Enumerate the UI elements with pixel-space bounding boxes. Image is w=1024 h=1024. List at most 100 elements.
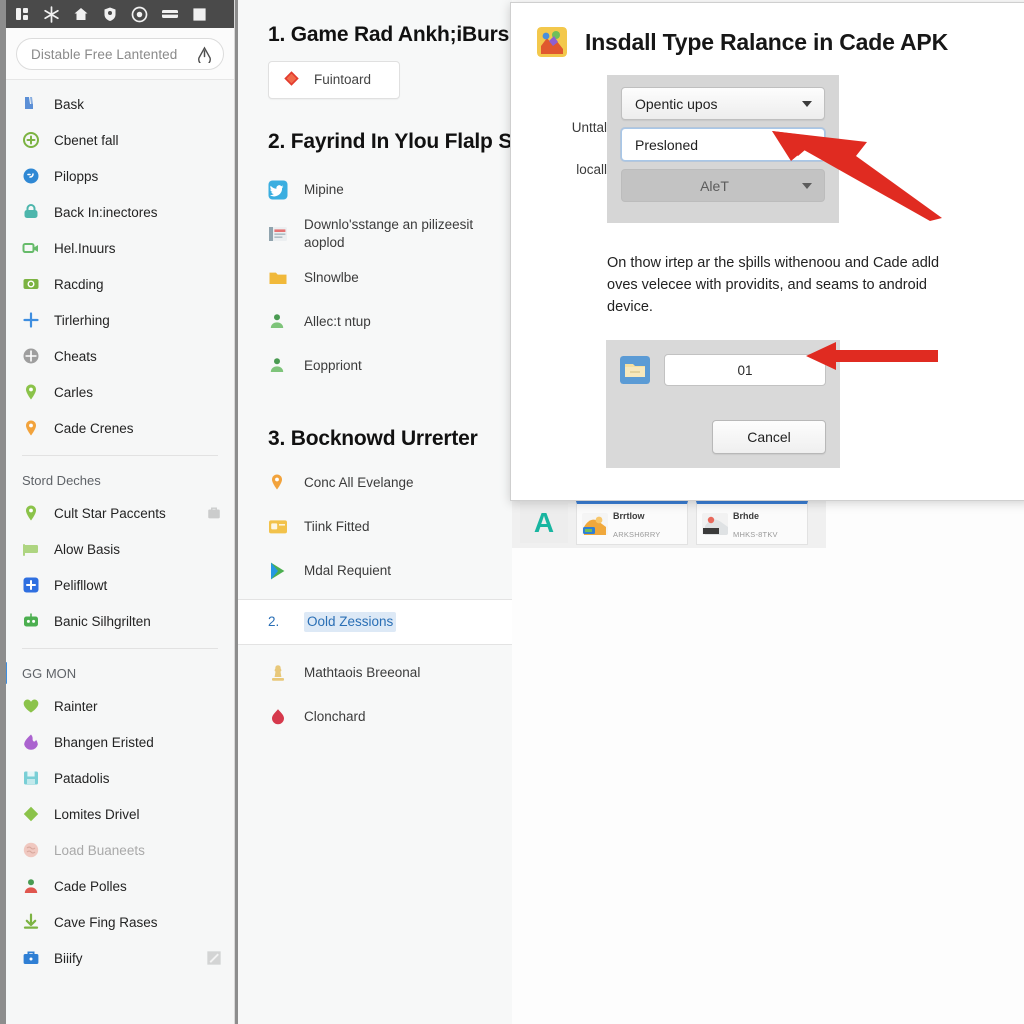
list-item-label: Slnowlbe	[304, 269, 359, 285]
person-icon	[268, 356, 288, 376]
twitter-icon	[268, 180, 288, 200]
fuintoard-button[interactable]: Fuintoard	[268, 60, 401, 99]
pin-icon	[22, 383, 40, 401]
sidebar-item-load-buaneets[interactable]: Load Buaneets	[6, 832, 234, 868]
card-strip: A Brrtlow ARKSH6RRY Brhde MHKS-8TKV	[512, 498, 826, 548]
sidebar-item-alow-basis[interactable]: Alow Basis	[6, 531, 234, 567]
section-3-rows: Conc All Evelange Tiink Fitted Mdal Requie…	[268, 461, 498, 593]
snowflake-icon[interactable]	[43, 5, 60, 23]
sidebar-item-pilopps[interactable]: Pilopps	[6, 158, 234, 194]
list-item-selected[interactable]: 2. Oold Zessions	[238, 598, 512, 645]
list-item[interactable]: Allec:t ntup	[268, 300, 498, 344]
card-icon	[268, 517, 288, 537]
pin-icon	[22, 504, 40, 522]
sidebar-item-label: Cbenet fall	[54, 132, 119, 148]
pin-icon	[268, 473, 288, 493]
sidebar-item-label: Bhangen Eristed	[54, 734, 154, 750]
sidebar-item-racding[interactable]: Racding	[6, 266, 234, 302]
sidebar-item-label: Banic Silhgrilten	[54, 613, 151, 629]
middle-content: 1. Game Rad Ankh;iBurs Onenes Fuintoard …	[238, 0, 512, 739]
footer-input-row: 01	[620, 354, 826, 386]
sidebar-item-banic-silhgrilten[interactable]: Banic Silhgrilten	[6, 603, 234, 639]
sidebar-item-lomites-drivel[interactable]: Lomites Drivel	[6, 796, 234, 832]
list-item[interactable]: Downlo'sstange an pilizeesit aoplod	[268, 212, 498, 256]
list-item-label: Conc All Evelange	[304, 474, 414, 490]
sidebar-item-back-in-inectores[interactable]: Back In:inectores	[6, 194, 234, 230]
sidebar-item-bask[interactable]: Bask	[6, 86, 234, 122]
select-opentic-upos[interactable]: Opentic upos	[621, 87, 825, 120]
list-item[interactable]: Clonchard	[268, 695, 498, 739]
list-item[interactable]: Mdal Requient	[268, 549, 498, 593]
list-item[interactable]: Eoppriont	[268, 344, 498, 388]
select-presloned[interactable]: Presloned	[621, 128, 825, 161]
top-toolbar	[6, 0, 234, 28]
sidebar-item-cheats[interactable]: Cheats	[6, 338, 234, 374]
flame-icon	[22, 733, 40, 751]
select-alet[interactable]: AleT	[621, 169, 825, 202]
power-icon[interactable]	[195, 45, 213, 63]
sidebar-item-cade-polles[interactable]: Cade Polles	[6, 868, 234, 904]
section-3-rows-after: Mathtaois Breeonal Clonchard	[268, 651, 498, 739]
sidebar-item-label: Rainter	[54, 698, 98, 714]
sidebar-item-cult-star-paccents[interactable]: Cult Star Paccents	[6, 495, 234, 531]
divider	[22, 455, 218, 456]
home-icon[interactable]	[73, 5, 89, 23]
person-icon	[22, 877, 40, 895]
record-icon[interactable]	[131, 5, 148, 23]
sidebar-item-cave-fing-rases[interactable]: Cave Fing Rases	[6, 904, 234, 940]
sidebar-item-label: Carles	[54, 384, 94, 400]
path-input[interactable]: 01	[664, 354, 826, 386]
wallet-icon[interactable]	[161, 5, 179, 23]
list-item[interactable]: Mipine	[268, 168, 498, 212]
sidebar-item-bhangen-eristed[interactable]: Bhangen Eristed	[6, 724, 234, 760]
pin-icon	[22, 419, 40, 437]
form-label-locall: locall	[576, 161, 607, 177]
sidebar-item-label: Cult Star Paccents	[54, 505, 166, 521]
list-item-label: Mathtaois Breeonal	[304, 664, 421, 680]
sidebar-nav: Bask Cbenet fall Pilopps Back In:inectores H…	[6, 80, 234, 976]
stop-icon[interactable]	[192, 5, 207, 23]
edit-icon[interactable]	[206, 950, 222, 966]
face-icon	[22, 167, 40, 185]
search-icon[interactable]	[233, 5, 234, 23]
section-heading-2: 2. Fayrind In Ylou Flalp S Onenes	[268, 129, 513, 153]
list-item[interactable]: Brrtlow ARKSH6RRY	[576, 501, 688, 545]
sidebar-item-label: Biiify	[54, 950, 83, 966]
dialog-form-area: Unttal locall Opentic upos Presloned Ale…	[511, 75, 1024, 245]
card-subtitle: MHKS-8TKV	[733, 530, 778, 539]
sidebar-item-patadolis[interactable]: Patadolis	[6, 760, 234, 796]
bag-icon[interactable]	[206, 505, 222, 521]
divider	[22, 648, 218, 649]
sidebar-item-pelifllowt[interactable]: Pelifllowt	[6, 567, 234, 603]
sidebar-item-hel-inuurs[interactable]: Hel.Inuurs	[6, 230, 234, 266]
sidebar-item-cade-crenes[interactable]: Cade Crenes	[6, 410, 234, 446]
sidebar-item-label: Tirlerhing	[54, 312, 110, 328]
sidebar-section-heading: Stord Deches	[22, 472, 101, 488]
cancel-button[interactable]: Cancel	[712, 420, 826, 454]
sidebar-item-carles[interactable]: Carles	[6, 374, 234, 410]
sidebar-item-label: Load Buaneets	[54, 842, 145, 858]
search-input[interactable]: Distable Free Lantented	[16, 38, 224, 70]
sidebar-item-rainter[interactable]: Rainter	[6, 688, 234, 724]
money-icon	[22, 275, 40, 293]
card-title: Brhde	[733, 511, 760, 521]
path-input-value: 01	[737, 362, 753, 378]
sidebar-item-tirlerhing[interactable]: Tirlerhing	[6, 302, 234, 338]
list-item[interactable]: Mathtaois Breeonal	[268, 651, 498, 695]
list-item-label: Mipine	[304, 181, 344, 197]
sidebar-item-label: Cade Crenes	[54, 420, 134, 436]
list-item[interactable]: Conc All Evelange	[268, 461, 498, 505]
music-icon[interactable]	[14, 5, 30, 23]
list-item[interactable]: Tiink Fitted	[268, 505, 498, 549]
list-item-label: Downlo'sstange an pilizeesit aoplod	[304, 216, 474, 250]
list-item[interactable]: Slnowlbe	[268, 256, 498, 300]
sidebar-item-biiify[interactable]: Biiify	[6, 940, 234, 976]
fuintoard-label: Fuintoard	[314, 72, 372, 88]
shield-icon[interactable]	[102, 5, 118, 23]
list-item[interactable]: Brhde MHKS-8TKV	[696, 501, 808, 545]
sidebar-item-cbenet-fall[interactable]: Cbenet fall	[6, 122, 234, 158]
sidebar: Distable Free Lantented Bask Cbenet fall P…	[6, 0, 235, 1024]
dialog-body-text: On thow irtep ar the sþills withenoou an…	[607, 255, 940, 315]
sidebar-item-label: Cheats	[54, 348, 97, 364]
plus-icon	[22, 311, 40, 329]
